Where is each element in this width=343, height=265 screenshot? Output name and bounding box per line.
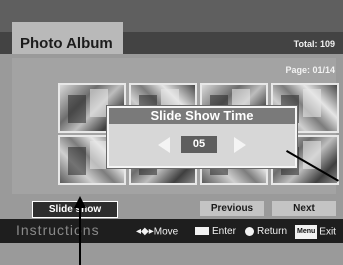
menu-icon: Menu bbox=[295, 225, 318, 239]
photo-album-screen: Photo Album Total: 109 Page: 01/14 Slide… bbox=[0, 0, 343, 265]
return-label: Return bbox=[257, 226, 288, 237]
page-title: Photo Album bbox=[20, 35, 113, 52]
move-arrows-icon: ◂◆▸ bbox=[136, 226, 154, 237]
next-button[interactable]: Next bbox=[272, 201, 336, 216]
total-count: Total: 109 bbox=[293, 39, 335, 49]
dialog-title: Slide Show Time bbox=[109, 108, 295, 124]
right-arrow-icon[interactable] bbox=[234, 137, 246, 153]
previous-button[interactable]: Previous bbox=[200, 201, 264, 216]
pointer-line bbox=[79, 206, 81, 265]
enter-label: Enter bbox=[212, 226, 236, 237]
exit-hint: Menu Exit bbox=[295, 225, 336, 239]
exit-label: Exit bbox=[319, 226, 336, 238]
instructions-label: Instructions bbox=[16, 222, 100, 238]
left-arrow-icon[interactable] bbox=[158, 137, 170, 153]
page-indicator: Page: 01/14 bbox=[285, 65, 335, 75]
move-hint: ◂◆▸Move bbox=[136, 225, 178, 239]
slide-show-time-dialog: Slide Show Time 05 bbox=[107, 106, 297, 168]
return-hint: Return bbox=[245, 225, 287, 239]
enter-icon bbox=[195, 227, 209, 236]
return-icon bbox=[245, 226, 254, 236]
enter-hint: Enter bbox=[195, 225, 236, 239]
move-label: Move bbox=[153, 226, 179, 238]
slide-time-value[interactable]: 05 bbox=[181, 136, 217, 153]
